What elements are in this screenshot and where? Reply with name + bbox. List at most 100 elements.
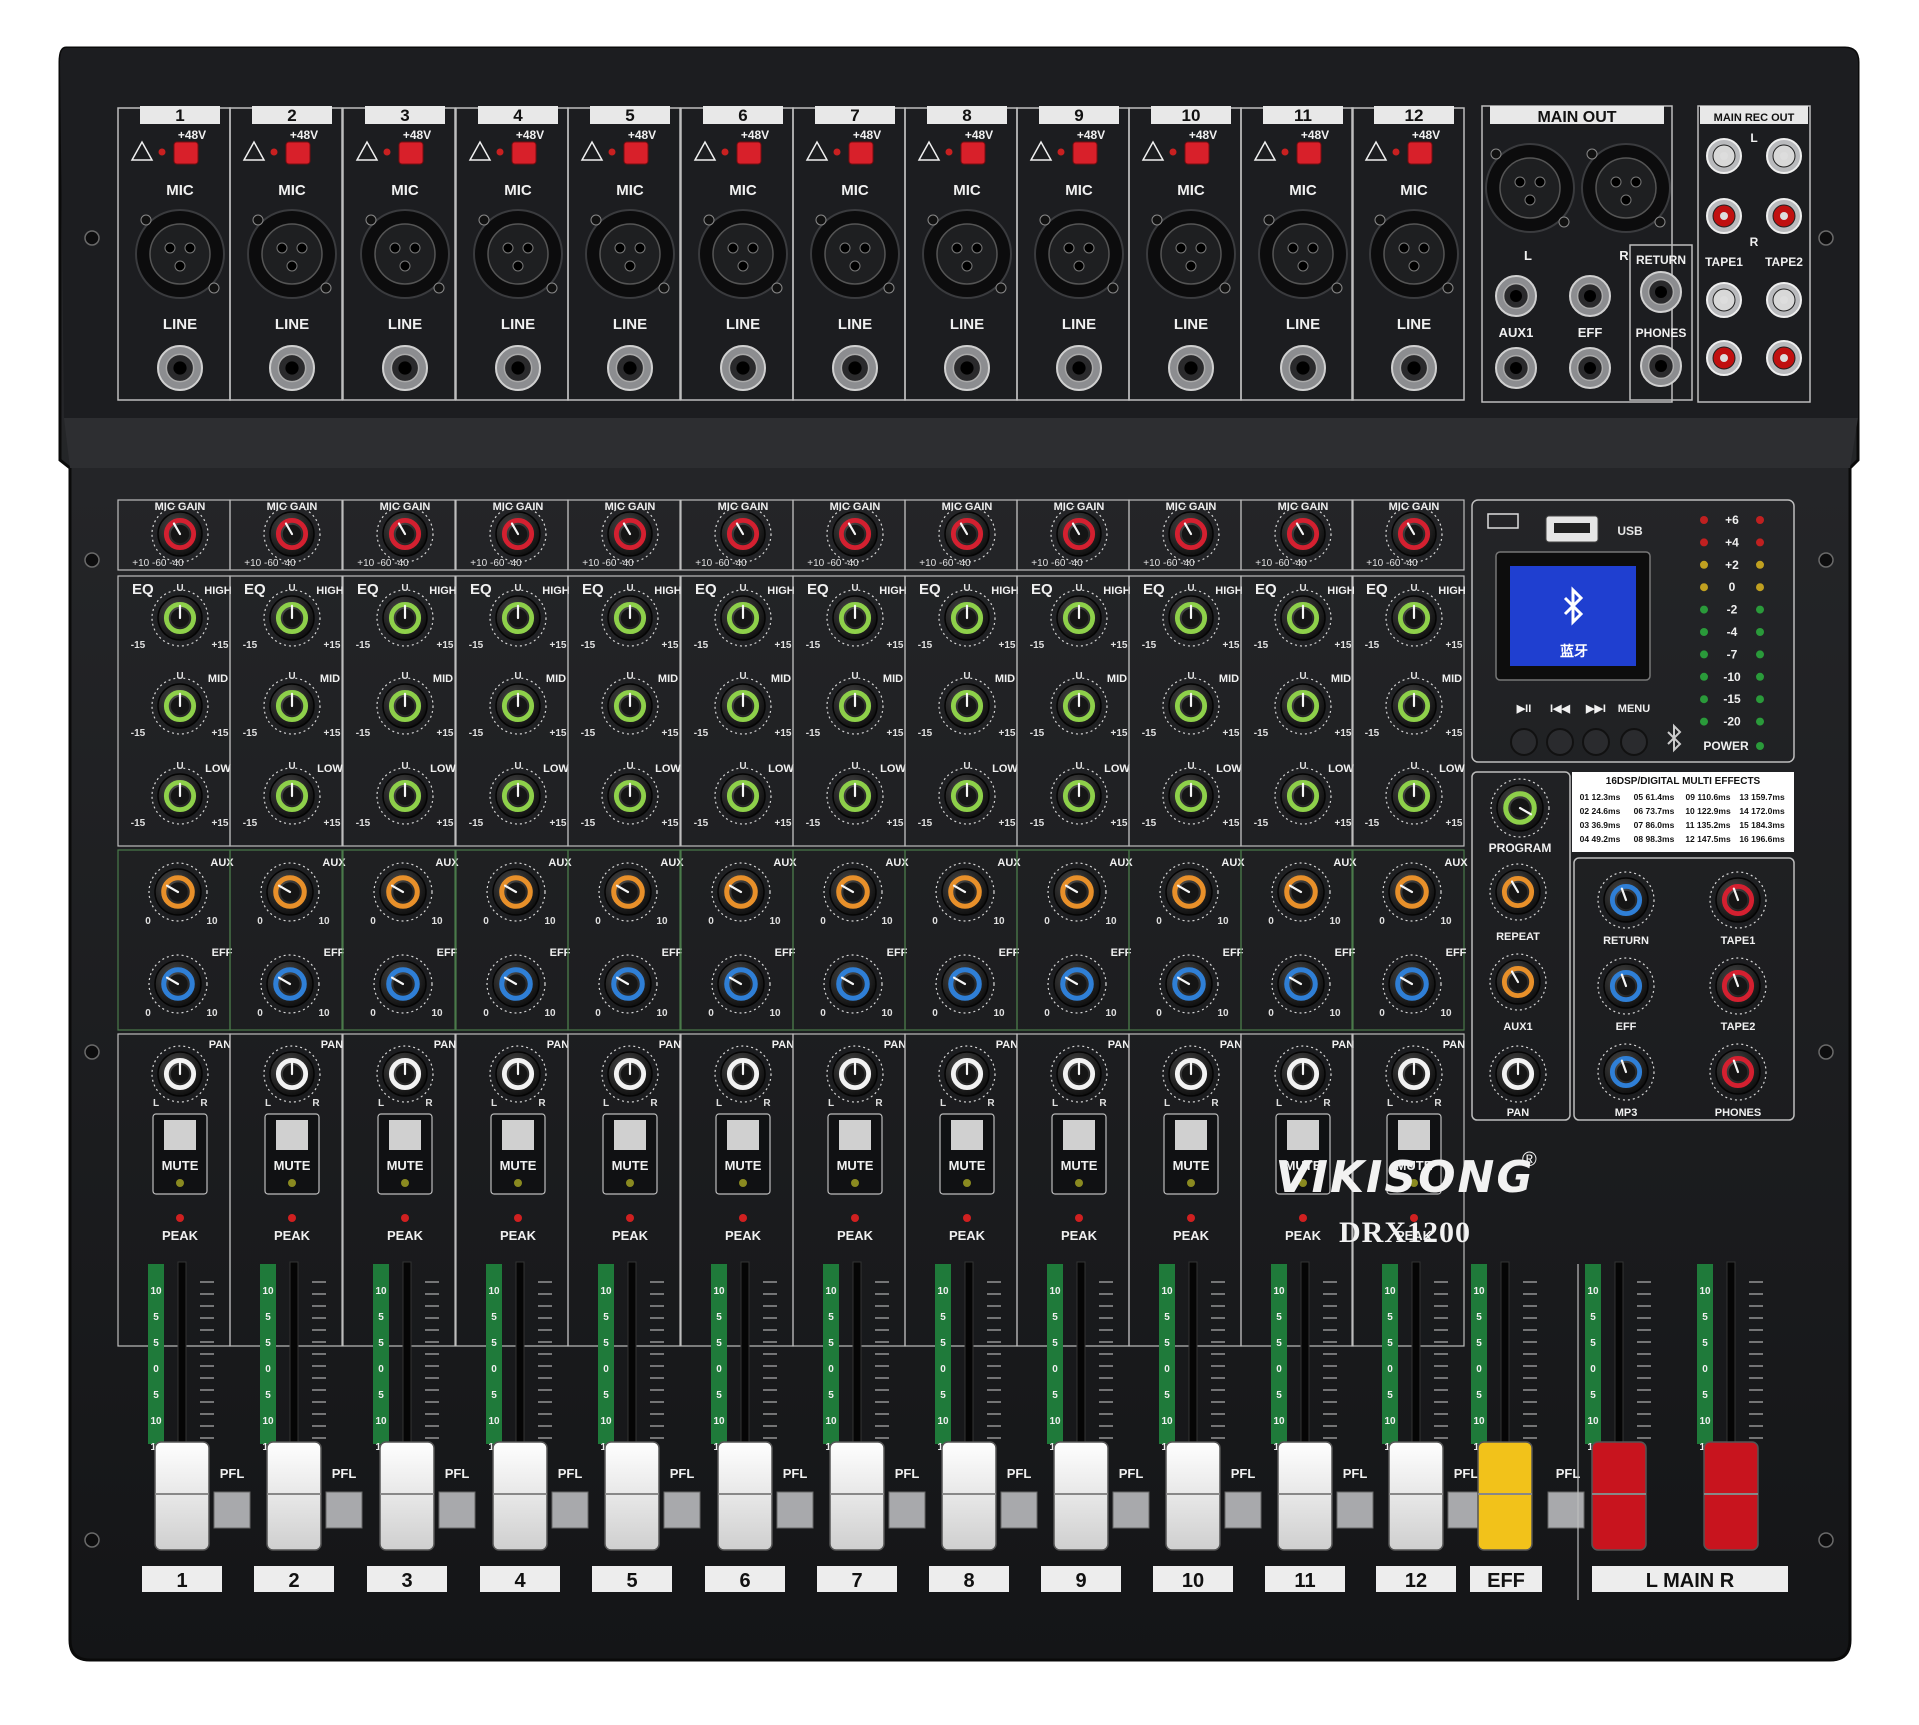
- ch12-phantom-switch[interactable]: [1407, 141, 1433, 165]
- master-phones-knob-label: PHONES: [1715, 1107, 1761, 1119]
- ch1-line-jack[interactable]: [157, 345, 203, 391]
- ch5-mic-xlr-input[interactable]: [585, 209, 675, 299]
- return-jack[interactable]: [1640, 271, 1682, 313]
- ch11-line-jack[interactable]: [1280, 345, 1326, 391]
- ch2-phantom-switch[interactable]: [285, 141, 311, 165]
- ch8-peak-led: [963, 1214, 971, 1222]
- tape1-in-left-rca[interactable]: [1706, 282, 1742, 318]
- ch5-pfl-button[interactable]: [663, 1491, 701, 1529]
- main-out-right-jack[interactable]: [1569, 275, 1611, 317]
- ch8-scale-3: 0: [940, 1364, 946, 1375]
- ch9-mic-xlr-input[interactable]: [1034, 209, 1124, 299]
- ch8-scale-0: 10: [937, 1286, 949, 1297]
- ch6-line-jack[interactable]: [720, 345, 766, 391]
- ch5-line-jack[interactable]: [607, 345, 653, 391]
- player-button-1[interactable]: [1546, 728, 1574, 756]
- ch4-mic-xlr-input[interactable]: [473, 209, 563, 299]
- ch2-line-jack[interactable]: [269, 345, 315, 391]
- ch9-scale-5: 10: [1049, 1416, 1061, 1427]
- ch11-mic-xlr-input[interactable]: [1258, 209, 1348, 299]
- ch6-eff-min: 0: [708, 1008, 714, 1019]
- ch7-pfl-button[interactable]: [888, 1491, 926, 1529]
- ch7-line-jack[interactable]: [832, 345, 878, 391]
- ch12-aux-label: AUX: [1444, 857, 1468, 869]
- eff-jack[interactable]: [1569, 347, 1611, 389]
- aux1-jack[interactable]: [1495, 347, 1537, 389]
- jack-hole: [736, 361, 750, 375]
- phones-jack[interactable]: [1640, 345, 1682, 387]
- ch3-mic-xlr-input[interactable]: [360, 209, 450, 299]
- ch3-phantom-switch[interactable]: [398, 141, 424, 165]
- ch12-line-jack[interactable]: [1391, 345, 1437, 391]
- ch1-mic-xlr-input[interactable]: [135, 209, 225, 299]
- ch4-scale-3: 0: [491, 1364, 497, 1375]
- ch4-high-label: HIGH: [542, 585, 570, 597]
- ch2-pfl-button[interactable]: [325, 1491, 363, 1529]
- ch7-pfl-label: PFL: [895, 1466, 920, 1481]
- ch11-phantom-switch[interactable]: [1296, 141, 1322, 165]
- rca-pin: [1720, 212, 1728, 220]
- ch10-phantom-switch[interactable]: [1184, 141, 1210, 165]
- ch10-mic-xlr-input[interactable]: [1146, 209, 1236, 299]
- ch4-line-label: LINE: [501, 316, 535, 333]
- player-button-label-2: ▶▶I: [1585, 703, 1606, 715]
- ch7-phantom-switch[interactable]: [848, 141, 874, 165]
- ch5-phantom-switch[interactable]: [623, 141, 649, 165]
- ch8-low-min: -15: [918, 818, 933, 829]
- tape2-in-right-rca[interactable]: [1766, 340, 1802, 376]
- ch7-eq-label: EQ: [807, 581, 829, 598]
- ch4-line-jack[interactable]: [495, 345, 541, 391]
- ch1-mid-min: -15: [131, 728, 146, 739]
- ch1-pan-l: L: [153, 1098, 159, 1109]
- ch8-scale-5: 10: [937, 1416, 949, 1427]
- player-button-3[interactable]: [1620, 728, 1648, 756]
- ch1-pfl-button[interactable]: [213, 1491, 251, 1529]
- ch6-mic-xlr-input[interactable]: [698, 209, 788, 299]
- ch6-phantom-switch[interactable]: [736, 141, 762, 165]
- jack-hole: [623, 361, 637, 375]
- ch6-peak-label: PEAK: [725, 1228, 762, 1243]
- ch1-phantom-switch[interactable]: [173, 141, 199, 165]
- ch9-line-label: LINE: [1062, 316, 1096, 333]
- ch6-pfl-button[interactable]: [776, 1491, 814, 1529]
- ch7-scale-0: 10: [825, 1286, 837, 1297]
- ch7-mic-xlr-input[interactable]: [810, 209, 900, 299]
- ch3-line-jack[interactable]: [382, 345, 428, 391]
- ch7-scale-5: 10: [825, 1416, 837, 1427]
- ch12-scale-5: 10: [1384, 1416, 1396, 1427]
- rec-out-right-rca-2[interactable]: [1766, 198, 1802, 234]
- xlr-face: [599, 223, 661, 285]
- tape2-in-left-rca[interactable]: [1766, 282, 1802, 318]
- ch4-pfl-button[interactable]: [551, 1491, 589, 1529]
- main-out-left-xlr[interactable]: [1485, 143, 1575, 233]
- ch2-mute-led: [288, 1179, 296, 1187]
- main-out-left-jack[interactable]: [1495, 275, 1537, 317]
- ch10-line-jack[interactable]: [1168, 345, 1214, 391]
- ch11-pfl-button[interactable]: [1336, 1491, 1374, 1529]
- ch8-line-jack[interactable]: [944, 345, 990, 391]
- ch10-pfl-button[interactable]: [1224, 1491, 1262, 1529]
- ch8-mic-xlr-input[interactable]: [922, 209, 1012, 299]
- ch9-pfl-button[interactable]: [1112, 1491, 1150, 1529]
- ch9-line-jack[interactable]: [1056, 345, 1102, 391]
- ch10-number: 10: [1182, 106, 1201, 125]
- ch8-mute-label: MUTE: [949, 1158, 986, 1173]
- ch9-phantom-switch[interactable]: [1072, 141, 1098, 165]
- player-button-0[interactable]: [1510, 728, 1538, 756]
- player-button-2[interactable]: [1582, 728, 1610, 756]
- ch8-pfl-button[interactable]: [1000, 1491, 1038, 1529]
- main-out-right-xlr[interactable]: [1581, 143, 1671, 233]
- ch9-scale-0: 10: [1049, 1286, 1061, 1297]
- ch2-mic-xlr-input[interactable]: [247, 209, 337, 299]
- master-tape1-knob-label: TAPE1: [1721, 935, 1756, 947]
- ch3-pfl-button[interactable]: [438, 1491, 476, 1529]
- ch12-mic-xlr-input[interactable]: [1369, 209, 1459, 299]
- rec-out-left-rca-1[interactable]: [1706, 138, 1742, 174]
- rec-out-left-rca-2[interactable]: [1766, 138, 1802, 174]
- ch7-phantom-label: +48V: [853, 128, 881, 142]
- ch4-phantom-switch[interactable]: [511, 141, 537, 165]
- tape1-in-right-rca[interactable]: [1706, 340, 1742, 376]
- ch7-low-label: LOW: [880, 763, 906, 775]
- rec-out-right-rca-1[interactable]: [1706, 198, 1742, 234]
- ch8-phantom-switch[interactable]: [960, 141, 986, 165]
